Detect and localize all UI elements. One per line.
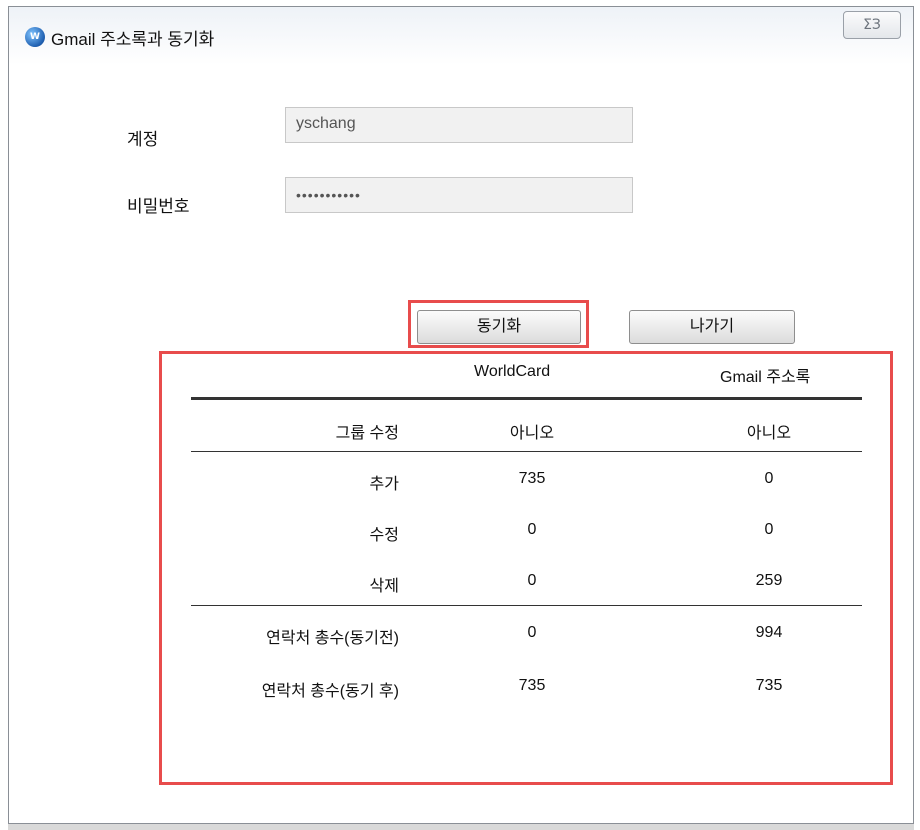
sync-dialog-window: W Gmail 주소록과 동기화 ΣЗ 계정 yschang 비밀번호 ••••… — [8, 6, 914, 824]
worldcard-app-icon: W — [25, 27, 45, 47]
row-value-worldcard: 아니오 — [509, 425, 555, 442]
row-label-total-before: 연락처 총수(동기전) — [266, 630, 399, 647]
row-value-worldcard: 0 — [527, 572, 537, 589]
account-label: 계정 — [127, 130, 159, 149]
row-value-gmail: 259 — [755, 572, 783, 589]
window-title: Gmail 주소록과 동기화 — [51, 30, 215, 49]
password-field[interactable]: ••••••••••• — [285, 177, 633, 213]
header-rule — [191, 397, 862, 400]
row-value-worldcard: 735 — [518, 677, 546, 694]
close-button[interactable]: ΣЗ — [843, 11, 901, 39]
column-header-gmail: Gmail 주소록 — [720, 369, 811, 386]
title-bar: W Gmail 주소록과 동기화 ΣЗ — [9, 7, 913, 59]
exit-button[interactable]: 나가기 — [629, 310, 795, 344]
row-value-gmail: 0 — [764, 470, 774, 487]
row-value-worldcard: 0 — [527, 624, 537, 641]
close-icon: ΣЗ — [863, 17, 881, 33]
password-label: 비밀번호 — [127, 197, 190, 216]
row-label-edit: 수정 — [369, 527, 399, 544]
column-header-worldcard: WorldCard — [474, 363, 551, 380]
sync-results-highlight — [159, 351, 893, 785]
section-rule — [191, 451, 862, 452]
bottom-edge-strip — [8, 824, 914, 830]
sync-button[interactable]: 동기화 — [417, 310, 581, 344]
row-value-gmail: 0 — [764, 521, 774, 538]
row-value-worldcard: 735 — [518, 470, 546, 487]
row-label-group-edit: 그룹 수정 — [335, 425, 399, 442]
row-value-worldcard: 0 — [527, 521, 537, 538]
row-label-total-after: 연락처 총수(동기 후) — [261, 683, 399, 700]
account-field[interactable]: yschang — [285, 107, 633, 143]
row-label-add: 추가 — [369, 476, 399, 493]
totals-rule — [191, 605, 862, 606]
row-value-gmail: 994 — [755, 624, 783, 641]
row-label-delete: 삭제 — [369, 578, 399, 595]
row-value-gmail: 아니오 — [746, 425, 792, 442]
row-value-gmail: 735 — [755, 677, 783, 694]
